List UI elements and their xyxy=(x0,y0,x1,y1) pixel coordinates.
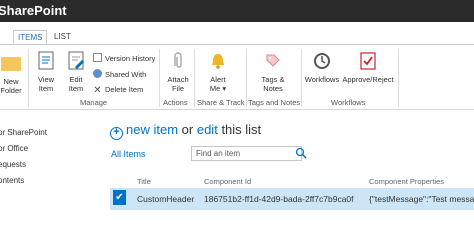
approve-reject-icon xyxy=(360,52,376,70)
group-label-manage: Manage xyxy=(80,98,108,107)
workflows-icon xyxy=(314,53,330,69)
column-header-component-id[interactable]: Component Id xyxy=(204,177,251,186)
attach-file-button[interactable]: Attach File xyxy=(164,51,192,93)
folder-icon xyxy=(1,57,21,71)
group-separator xyxy=(301,49,302,107)
app-title[interactable]: SharePoint xyxy=(0,3,67,18)
group-label-tags-notes: Tags and Notes xyxy=(248,98,301,107)
column-header-title[interactable]: Title xyxy=(137,177,151,186)
nav-item-label-2: or Office xyxy=(0,144,29,153)
version-history-button[interactable]: Version History xyxy=(93,53,155,64)
alert-me-label-1: Alert xyxy=(210,75,226,84)
tab-items[interactable]: ITEMS xyxy=(13,30,48,44)
version-history-label: Version History xyxy=(105,54,156,63)
attach-file-label-1: Attach xyxy=(167,75,189,84)
nav-item[interactable]: or SharePoint xyxy=(0,128,47,137)
alert-me-label-text: Me xyxy=(209,84,221,93)
view-all-items[interactable]: All Items xyxy=(111,149,146,159)
group-separator xyxy=(194,49,195,107)
group-label-actions: Actions xyxy=(163,98,188,107)
version-history-icon xyxy=(93,53,102,62)
shared-with-icon xyxy=(93,69,102,78)
tags-icon xyxy=(266,54,280,67)
group-label-workflows: Workflows xyxy=(331,98,366,107)
delete-item-label: Delete Item xyxy=(105,85,144,94)
view-item-button[interactable]: View Item xyxy=(33,51,59,93)
nav-item-label-requests: equests xyxy=(0,160,27,169)
new-folder-label-1: New xyxy=(3,77,19,86)
this-list-text: this list xyxy=(221,122,262,137)
edit-list-link[interactable]: edit xyxy=(197,122,218,137)
delete-icon: ✕ xyxy=(93,85,102,96)
chevron-down-icon: ▾ xyxy=(220,84,227,93)
new-folder-label-2: Folder xyxy=(0,86,22,95)
tags-notes-label-2: Notes xyxy=(263,84,283,93)
search-input[interactable]: Find an item xyxy=(191,146,302,161)
paperclip-icon xyxy=(174,52,182,68)
nav-item-site-contents[interactable]: ontents xyxy=(0,176,24,185)
edit-item-button[interactable]: Edit Item xyxy=(63,51,89,93)
nav-item-label-contents: ontents xyxy=(0,176,25,185)
alert-me-label-2: Me ▾ xyxy=(203,84,233,93)
edit-item-icon xyxy=(68,51,84,70)
group-label-share-track: Share & Track xyxy=(197,98,245,107)
view-item-label-2: Item xyxy=(38,84,54,93)
group-separator xyxy=(246,49,247,107)
column-header-component-properties[interactable]: Component Properties xyxy=(369,177,444,186)
approve-reject-button[interactable]: Approve/Reject xyxy=(342,51,394,84)
edit-item-label-1: Edit xyxy=(69,75,83,84)
shared-with-label: Shared With xyxy=(105,70,147,79)
or-text: or xyxy=(181,122,194,137)
tags-notes-button[interactable]: Tags & Notes xyxy=(258,51,288,93)
view-item-label-1: View xyxy=(37,75,55,84)
bell-icon xyxy=(212,54,224,69)
nav-item-requests[interactable]: equests xyxy=(0,160,26,169)
workflows-label: Workflows xyxy=(304,75,340,84)
new-folder-button[interactable]: New Folder xyxy=(0,51,24,95)
tags-notes-label-1: Tags & xyxy=(261,75,285,84)
workflows-button[interactable]: Workflows xyxy=(304,51,340,84)
tab-list[interactable]: LIST xyxy=(50,30,75,44)
row-component-properties: {"testMessage":"Test messa xyxy=(369,194,474,204)
view-item-icon xyxy=(38,51,54,70)
checkmark-icon[interactable]: ✔ xyxy=(113,190,126,205)
alert-me-button[interactable]: Alert Me ▾ xyxy=(203,51,233,93)
row-title[interactable]: CustomHeader xyxy=(137,194,194,204)
group-separator xyxy=(159,49,160,107)
delete-item-button[interactable]: ✕ Delete Item xyxy=(93,85,144,96)
attach-file-label-2: File xyxy=(171,84,185,93)
ribbon-tabs: ITEMS LIST xyxy=(0,30,474,44)
suite-bar: SharePoint xyxy=(0,0,474,22)
edit-item-label-2: Item xyxy=(68,84,84,93)
search-icon[interactable] xyxy=(295,147,307,159)
new-item-link[interactable]: new item xyxy=(126,122,178,137)
shared-with-button[interactable]: Shared With xyxy=(93,69,146,80)
approve-reject-label: Approve/Reject xyxy=(342,75,394,84)
row-component-id: 186751b2-ff1d-42d9-bada-2ff7c7b9ca0f xyxy=(204,194,354,204)
nav-item[interactable]: or Office xyxy=(0,144,28,153)
ribbon: New Folder View Item Edit Item Version H… xyxy=(0,44,474,110)
group-separator xyxy=(28,49,29,107)
group-separator xyxy=(398,49,399,107)
plus-circle-icon[interactable]: + xyxy=(110,127,123,140)
nav-item-label-1: or SharePoint xyxy=(0,128,47,137)
new-item-bar: + new item or edit this list xyxy=(110,122,261,140)
